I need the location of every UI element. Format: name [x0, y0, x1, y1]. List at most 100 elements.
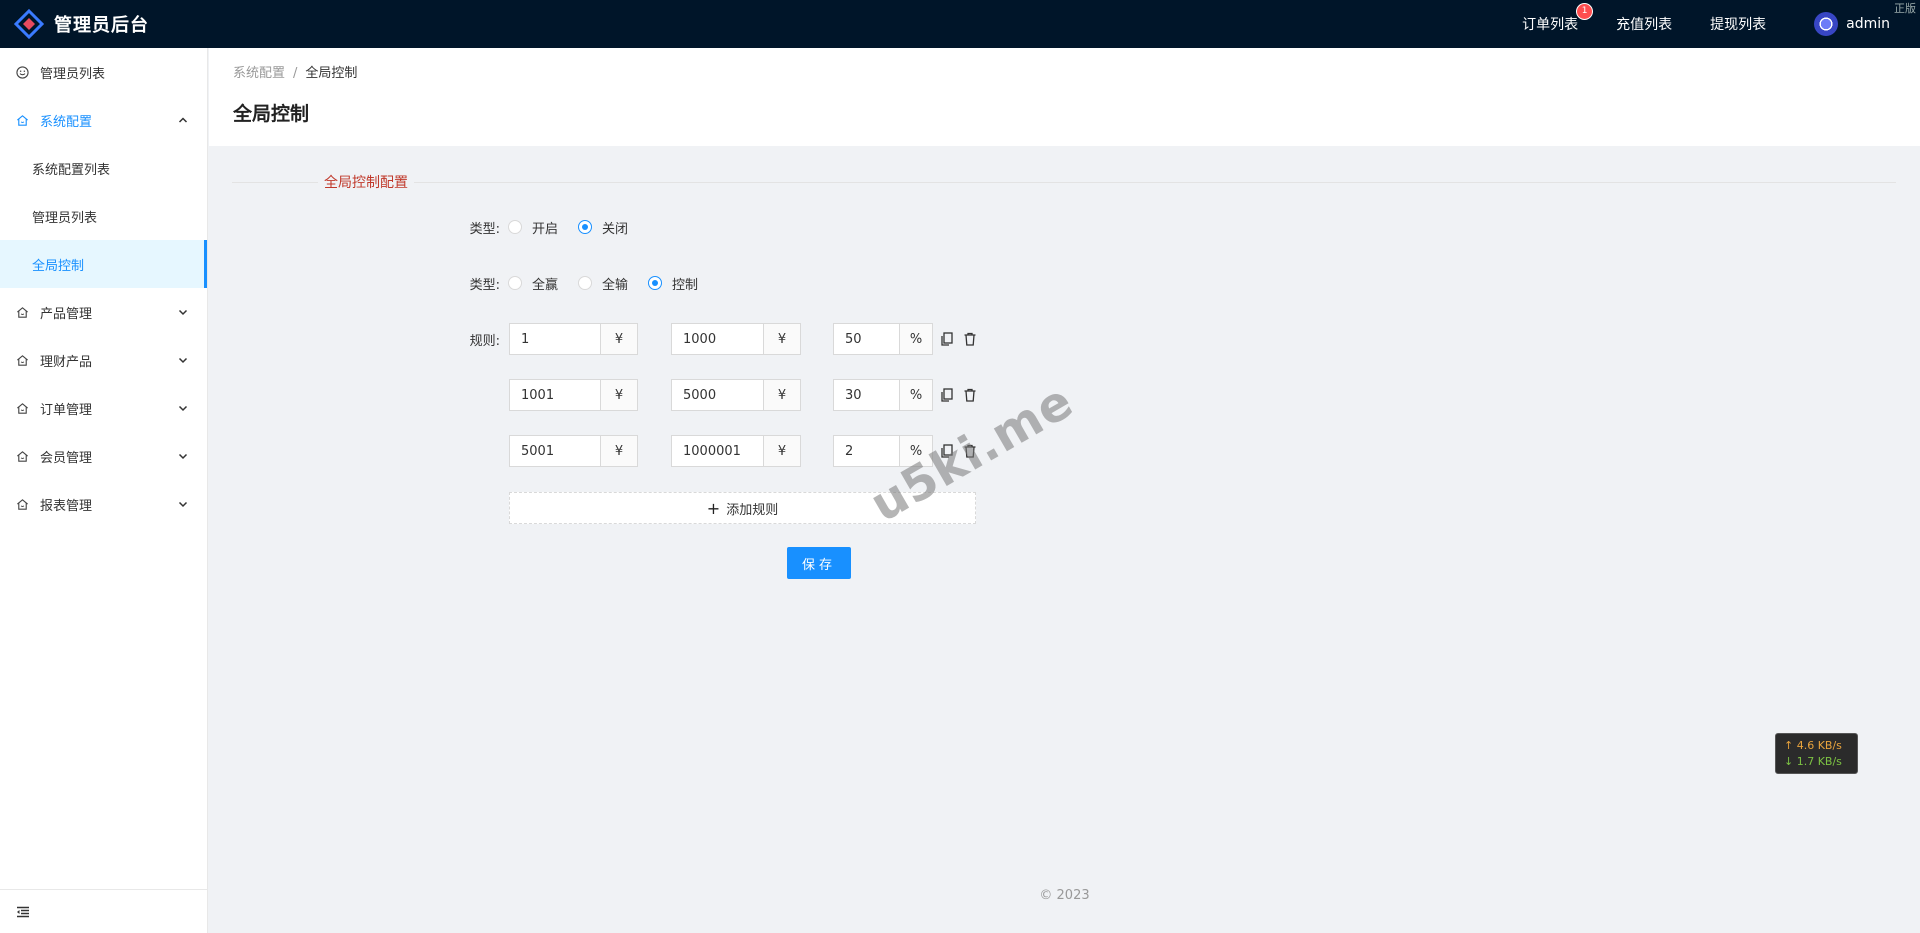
- rule-percent-input-group: %: [833, 379, 933, 411]
- nav-withdraw-link[interactable]: 提现列表: [1710, 14, 1766, 34]
- sidebar-item-label: 报表管理: [40, 498, 93, 514]
- nav-orders-label: 订单列表: [1522, 17, 1579, 33]
- home-icon: [15, 449, 29, 463]
- app-title: 管理员后台: [54, 15, 149, 36]
- sidebar-item-orders[interactable]: 订单管理: [0, 384, 207, 432]
- rule-min-input[interactable]: [510, 324, 600, 354]
- delete-icon[interactable]: [963, 332, 977, 346]
- logo[interactable]: 管理员后台: [14, 9, 149, 39]
- chevron-down-icon: [178, 357, 188, 364]
- percent-addon: %: [899, 380, 932, 410]
- rule-percent-input[interactable]: [834, 324, 899, 354]
- copy-icon[interactable]: [940, 388, 954, 402]
- sidebar-item-products[interactable]: 产品管理: [0, 288, 207, 336]
- radio-all-win-label: 全赢: [532, 277, 559, 293]
- home-icon: [15, 113, 29, 127]
- radio-off[interactable]: 关闭: [578, 218, 628, 237]
- rule-percent-input-group: %: [833, 323, 933, 355]
- footer-copyright: © 2023: [1039, 888, 1090, 903]
- sidebar-item-wealth-products[interactable]: 理财产品: [0, 336, 207, 384]
- radio-control[interactable]: 控制: [648, 274, 698, 293]
- rule-percent-input[interactable]: [834, 436, 899, 466]
- chevron-down-icon: [178, 453, 188, 460]
- currency-addon: ¥: [763, 380, 800, 410]
- currency-addon: ¥: [600, 436, 637, 466]
- sidebar-item-label: 理财产品: [40, 354, 93, 370]
- rule-max-input-group: ¥: [671, 435, 801, 467]
- mode-type-row: 类型: 全赢 全输 控制: [458, 267, 718, 299]
- rules-label-row: 规则:: [458, 323, 500, 355]
- nav-orders-link[interactable]: 订单列表 1: [1522, 4, 1593, 34]
- sidebar-item-label: 系统配置: [40, 114, 93, 130]
- chevron-up-icon: [178, 117, 188, 123]
- radio-circle-checked: [578, 220, 593, 234]
- menu-fold-icon: [17, 906, 29, 917]
- network-speed-widget: ↑ 4.6 KB/s ↓ 1.7 KB/s: [1775, 733, 1858, 774]
- rule-min-input[interactable]: [510, 380, 600, 410]
- mode-type-label: 类型:: [469, 277, 500, 293]
- switch-type-label: 类型:: [469, 221, 500, 237]
- rule-min-input-group: ¥: [509, 435, 638, 467]
- currency-addon: ¥: [600, 324, 637, 354]
- orders-badge: 1: [1577, 4, 1593, 19]
- sidebar-subitem-global-control[interactable]: 全局控制: [0, 240, 207, 288]
- top-header: 管理员后台 订单列表 1 充值列表 提现列表 admin 正版: [0, 0, 1920, 48]
- breadcrumb: 系统配置 / 全局控制: [233, 62, 1896, 81]
- nav-recharge-link[interactable]: 充值列表: [1616, 14, 1672, 34]
- chevron-down-icon: [178, 405, 188, 412]
- radio-circle-checked: [648, 276, 663, 290]
- rule-max-input-group: ¥: [671, 379, 801, 411]
- sidebar-item-label: 产品管理: [40, 306, 93, 322]
- sidebar: 管理员列表 系统配置 系统配置列表 管理员列表 全局控制 产品管理 理财产品 订…: [0, 48, 208, 933]
- rule-min-input-group: ¥: [509, 379, 638, 411]
- radio-off-label: 关闭: [602, 221, 629, 237]
- save-button[interactable]: 保存: [787, 547, 851, 579]
- radio-all-win[interactable]: 全赢: [508, 274, 558, 293]
- upload-speed: ↑ 4.6 KB/s: [1784, 739, 1842, 752]
- add-rule-label: 添加规则: [726, 502, 779, 518]
- collapse-toggle[interactable]: [0, 889, 207, 933]
- rule-min-input-group: ¥: [509, 323, 638, 355]
- rule-max-input[interactable]: [672, 380, 763, 410]
- breadcrumb-current: 全局控制: [305, 66, 358, 81]
- sidebar-item-label: 会员管理: [40, 450, 93, 466]
- chevron-down-icon: [178, 309, 188, 316]
- sidebar-subitem-config-list[interactable]: 系统配置列表: [0, 144, 207, 192]
- user-menu[interactable]: admin: [1814, 12, 1890, 36]
- page-title: 全局控制: [233, 103, 310, 125]
- rule-max-input[interactable]: [672, 436, 763, 466]
- rule-percent-input[interactable]: [834, 380, 899, 410]
- sidebar-item-system-config[interactable]: 系统配置: [0, 96, 207, 144]
- rule-max-input-group: ¥: [671, 323, 801, 355]
- radio-control-label: 控制: [672, 277, 699, 293]
- radio-circle: [508, 276, 522, 290]
- smile-icon: [15, 65, 29, 79]
- radio-on-label: 开启: [532, 221, 559, 237]
- username: admin: [1846, 16, 1890, 32]
- currency-addon: ¥: [763, 436, 800, 466]
- home-icon: [15, 305, 29, 319]
- avatar: [1814, 12, 1839, 36]
- radio-circle: [508, 220, 522, 234]
- sidebar-subitem-admin-list[interactable]: 管理员列表: [0, 192, 207, 240]
- breadcrumb-separator: /: [293, 66, 298, 81]
- rules-label: 规则:: [469, 333, 500, 349]
- delete-icon[interactable]: [963, 388, 977, 402]
- home-icon: [15, 353, 29, 367]
- rule-min-input[interactable]: [510, 436, 600, 466]
- logo-icon: [14, 9, 44, 39]
- sidebar-item-reports[interactable]: 报表管理: [0, 480, 207, 528]
- copy-icon[interactable]: [940, 332, 954, 346]
- sidebar-item-admin-list[interactable]: 管理员列表: [0, 48, 207, 96]
- home-icon: [15, 497, 29, 511]
- currency-addon: ¥: [600, 380, 637, 410]
- radio-on[interactable]: 开启: [508, 218, 558, 237]
- sidebar-item-members[interactable]: 会员管理: [0, 432, 207, 480]
- rule-max-input[interactable]: [672, 324, 763, 354]
- breadcrumb-parent[interactable]: 系统配置: [233, 66, 285, 81]
- radio-all-lose-label: 全输: [602, 277, 629, 293]
- switch-type-row: 类型: 开启 关闭: [458, 211, 648, 243]
- radio-all-lose[interactable]: 全输: [578, 274, 628, 293]
- radio-circle: [578, 276, 593, 290]
- percent-addon: %: [899, 324, 932, 354]
